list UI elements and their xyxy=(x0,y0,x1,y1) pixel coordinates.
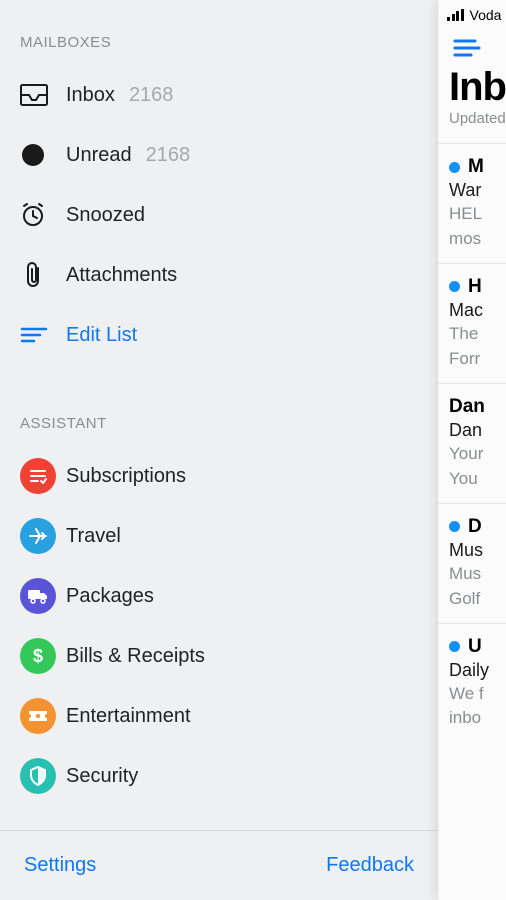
unread-dot-icon xyxy=(449,281,460,292)
message-subject: Mus xyxy=(449,540,506,561)
entertainment-label: Entertainment xyxy=(66,705,191,728)
sidebar-item-unread[interactable]: Unread 2168 xyxy=(20,125,418,185)
menu-icon[interactable] xyxy=(453,38,481,60)
clock-icon xyxy=(20,202,66,228)
sidebar-item-entertainment[interactable]: Entertainment xyxy=(20,686,418,746)
bills-label: Bills & Receipts xyxy=(66,645,205,668)
inbox-icon xyxy=(20,84,66,106)
sidebar-item-edit-list[interactable]: Edit List xyxy=(20,305,418,365)
unread-dot-icon xyxy=(449,641,460,652)
message-subject: War xyxy=(449,180,506,201)
unread-dot-icon xyxy=(449,162,460,173)
feedback-button[interactable]: Feedback xyxy=(326,854,414,877)
message-snippet: Mus xyxy=(449,563,506,586)
message-snippet: Forr xyxy=(449,348,506,371)
message-sender: U xyxy=(468,636,482,658)
sidebar-item-travel[interactable]: Travel xyxy=(20,506,418,566)
message-subject: Dan xyxy=(449,420,506,441)
security-label: Security xyxy=(66,765,138,788)
travel-label: Travel xyxy=(66,525,121,548)
message-row[interactable]: DMusMusGolf xyxy=(439,503,506,623)
inbox-count: 2168 xyxy=(129,84,174,107)
message-snippet: We f xyxy=(449,683,506,706)
message-snippet: Your xyxy=(449,443,506,466)
message-subject: Daily xyxy=(449,660,506,681)
unread-label: Unread xyxy=(66,144,132,167)
sidebar-item-security[interactable]: Security xyxy=(20,746,418,806)
svg-text:$: $ xyxy=(33,646,43,666)
message-snippet: HEL xyxy=(449,203,506,226)
subscriptions-label: Subscriptions xyxy=(66,465,186,488)
signal-icon xyxy=(447,9,464,21)
unread-dot-icon xyxy=(449,521,460,532)
sidebar-item-inbox[interactable]: Inbox 2168 xyxy=(20,65,418,125)
sidebar-item-packages[interactable]: Packages xyxy=(20,566,418,626)
message-snippet: The xyxy=(449,323,506,346)
snoozed-label: Snoozed xyxy=(66,204,145,227)
sidebar-item-bills[interactable]: $ Bills & Receipts xyxy=(20,626,418,686)
attachments-label: Attachments xyxy=(66,264,177,287)
unread-dot-icon xyxy=(20,144,66,166)
ticket-icon xyxy=(20,698,66,734)
sidebar-footer: Settings Feedback xyxy=(0,830,438,900)
message-snippet: You xyxy=(449,468,506,491)
message-sender: D xyxy=(468,516,482,538)
dollar-icon: $ xyxy=(20,638,66,674)
message-row[interactable]: HMacTheForr xyxy=(439,263,506,383)
carrier-label: Voda xyxy=(470,7,502,23)
mailboxes-header: MAILBOXES xyxy=(20,34,418,51)
shield-icon xyxy=(20,758,66,794)
edit-list-label: Edit List xyxy=(66,324,137,347)
message-snippet: mos xyxy=(449,228,506,251)
packages-label: Packages xyxy=(66,585,154,608)
content-panel[interactable]: Voda Inb Updated MWarHELmosHMacTheForrDa… xyxy=(438,0,506,900)
paperclip-icon xyxy=(20,261,66,289)
assistant-header: ASSISTANT xyxy=(20,415,418,432)
status-bar: Voda xyxy=(439,0,506,26)
page-title: Inb xyxy=(449,66,506,108)
message-sender: M xyxy=(468,156,484,178)
message-row[interactable]: MWarHELmos xyxy=(439,143,506,263)
message-row[interactable]: DanDanYourYou xyxy=(439,383,506,503)
sidebar-scroll: MAILBOXES Inbox 2168 Unread 2168 xyxy=(0,0,438,830)
subscriptions-icon xyxy=(20,458,66,494)
sidebar-item-subscriptions[interactable]: Subscriptions xyxy=(20,446,418,506)
message-snippet: inbo xyxy=(449,707,506,730)
sidebar: MAILBOXES Inbox 2168 Unread 2168 xyxy=(0,0,438,900)
message-sender: Dan xyxy=(449,396,485,418)
page-subtitle: Updated xyxy=(449,110,506,127)
truck-icon xyxy=(20,578,66,614)
message-subject: Mac xyxy=(449,300,506,321)
edit-list-icon xyxy=(20,326,66,344)
unread-count: 2168 xyxy=(146,144,191,167)
message-list: MWarHELmosHMacTheForrDanDanYourYouDMusMu… xyxy=(439,143,506,742)
sidebar-item-attachments[interactable]: Attachments xyxy=(20,245,418,305)
settings-button[interactable]: Settings xyxy=(24,854,96,877)
sidebar-item-snoozed[interactable]: Snoozed xyxy=(20,185,418,245)
plane-icon xyxy=(20,518,66,554)
message-row[interactable]: UDailyWe finbo xyxy=(439,623,506,743)
message-snippet: Golf xyxy=(449,588,506,611)
inbox-label: Inbox xyxy=(66,84,115,107)
message-sender: H xyxy=(468,276,482,298)
